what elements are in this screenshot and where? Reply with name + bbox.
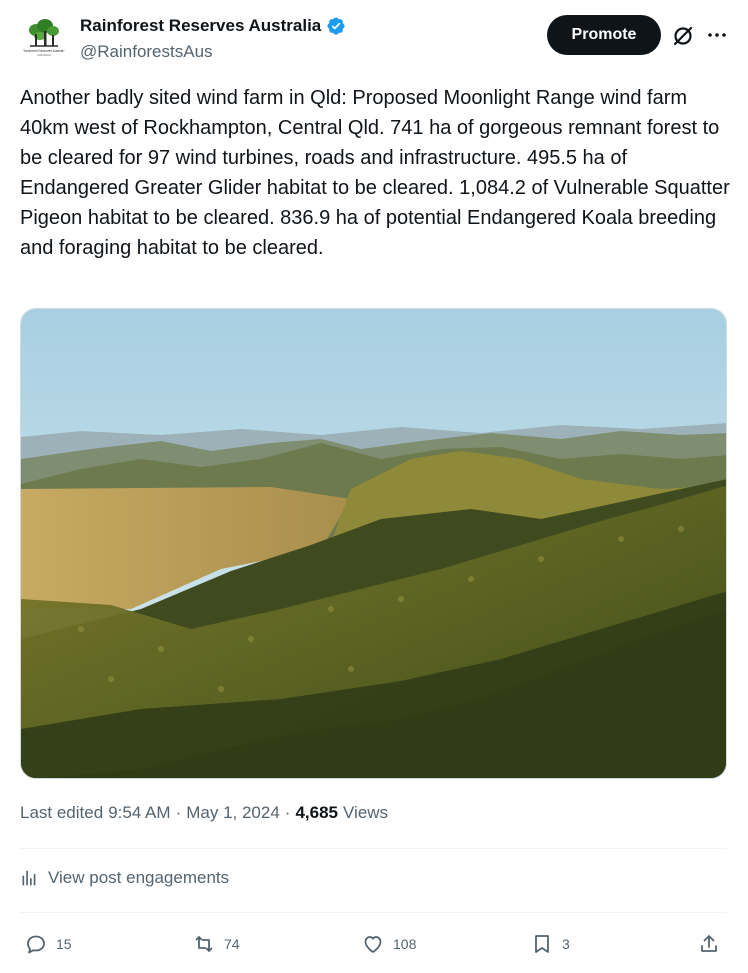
tweet-time[interactable]: 9:54 AM (108, 803, 170, 823)
reply-icon (27, 935, 45, 954)
divider (20, 848, 727, 849)
tweet-text: Another badly sited wind farm in Qld: Pr… (20, 87, 730, 259)
tweet-meta: Last edited 9:54 AM · May 1, 2024 · 4,68… (20, 803, 388, 823)
bookmark-button[interactable]: 3 (530, 928, 570, 960)
more-icon[interactable] (705, 23, 729, 47)
views-count: 4,685 (295, 803, 339, 822)
views-label: Views (343, 803, 389, 822)
heart-icon (364, 936, 382, 953)
divider (20, 912, 727, 913)
tweet-date[interactable]: May 1, 2024 (186, 803, 280, 823)
view-engagements-link[interactable]: View post engagements (20, 868, 229, 888)
action-bar: 15 74 108 3 (20, 928, 727, 960)
grok-icon[interactable] (670, 23, 696, 49)
share-button[interactable] (697, 928, 721, 960)
bookmark-icon (535, 935, 549, 953)
analytics-icon (22, 870, 36, 886)
share-icon (701, 935, 717, 952)
view-engagements-label: View post engagements (48, 868, 230, 887)
repost-icon (195, 936, 213, 952)
tweet-header: Rainforest Reserves Australia AUSTRALIA … (0, 0, 748, 80)
meta-separator: · (284, 803, 291, 822)
verified-badge-icon (326, 16, 346, 36)
display-name[interactable]: Rainforest Reserves Australia (80, 16, 321, 36)
bookmark-count: 3 (562, 936, 570, 952)
avatar[interactable]: Rainforest Reserves Australia AUSTRALIA (20, 14, 68, 62)
reply-button[interactable]: 15 (24, 928, 72, 960)
edited-label[interactable]: Last edited (20, 803, 103, 823)
like-count: 108 (393, 936, 417, 952)
reply-count: 15 (56, 936, 72, 952)
tweet-image[interactable] (20, 308, 727, 779)
meta-separator: · (175, 803, 182, 822)
handle[interactable]: @RainforestsAus (80, 42, 213, 62)
svg-text:AUSTRALIA: AUSTRALIA (37, 54, 51, 57)
name-row: Rainforest Reserves Australia (80, 16, 346, 36)
repost-count: 74 (224, 936, 240, 952)
promote-button[interactable]: Promote (547, 15, 661, 55)
like-button[interactable]: 108 (361, 928, 416, 960)
avatar-caption: Rainforest Reserves Australia (23, 49, 65, 53)
repost-button[interactable]: 74 (192, 928, 240, 960)
